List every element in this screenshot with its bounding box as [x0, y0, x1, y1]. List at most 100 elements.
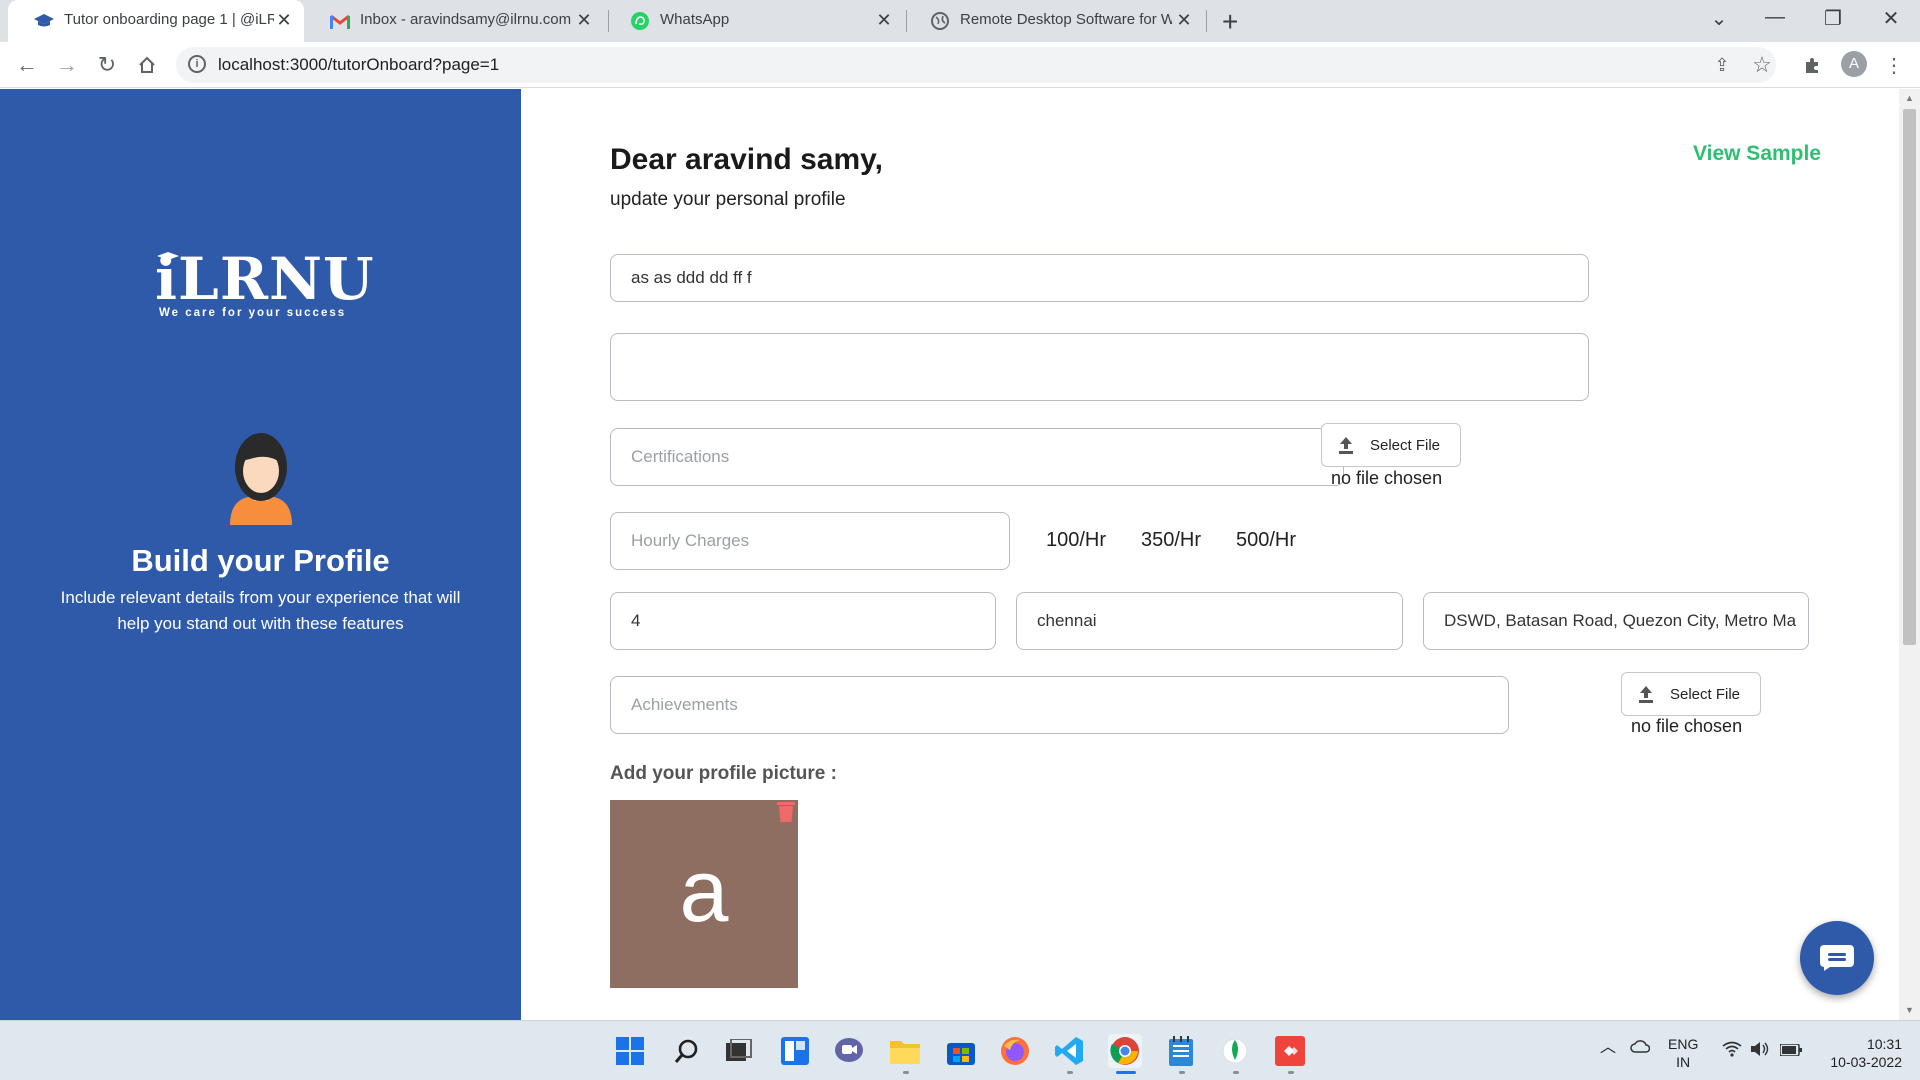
clock[interactable]: 10:31 10-03-2022 [1818, 1035, 1902, 1071]
vscode-icon[interactable] [1052, 1034, 1086, 1068]
active-indicator [1116, 1071, 1136, 1074]
tab-tutor-onboarding[interactable]: Tutor onboarding page 1 | @iLRNU ✕ [8, 0, 304, 42]
show-hidden-icons-chevron-icon[interactable]: ︿ [1600, 1039, 1616, 1057]
url-text: localhost:3000/tutorOnboard?page=1 [218, 55, 500, 74]
address-input[interactable]: DSWD, Batasan Road, Quezon City, Metro M… [1423, 592, 1809, 650]
form-subtitle: update your personal profile [610, 189, 846, 210]
widgets-icon[interactable] [778, 1034, 812, 1068]
new-tab-button[interactable]: + [1222, 6, 1238, 38]
rate-option[interactable]: 500/Hr [1236, 529, 1296, 552]
achievements-file-status: no file chosen [1631, 716, 1743, 736]
windows-start-icon[interactable] [613, 1034, 647, 1068]
scroll-down-arrow-icon[interactable]: ▼ [1905, 1005, 1914, 1015]
close-tab-icon[interactable]: ✕ [574, 10, 594, 31]
view-sample-link[interactable]: View Sample [1693, 142, 1821, 166]
anydesk-icon[interactable] [1273, 1034, 1307, 1068]
wifi-icon[interactable] [1722, 1041, 1742, 1061]
home-icon[interactable] [132, 50, 162, 80]
microsoft-store-icon[interactable] [944, 1034, 978, 1068]
running-indicator [1288, 1071, 1294, 1074]
profile-form: Dear aravind samy, update your personal … [521, 89, 1899, 1020]
sidebar-description: Include relevant details from your exper… [60, 588, 461, 633]
select-file-label: Select File [1370, 436, 1441, 454]
close-window-icon[interactable]: ✕ [1876, 6, 1906, 31]
experience-input[interactable]: 4 [610, 592, 996, 650]
restore-icon[interactable]: ❐ [1818, 6, 1848, 31]
browser-menu-icon[interactable]: ⋮ [1879, 50, 1909, 80]
battery-icon[interactable] [1779, 1042, 1802, 1060]
site-info-icon[interactable]: i [188, 55, 206, 73]
whatsapp-icon [630, 12, 650, 30]
certifications-file-status: no file chosen [1331, 468, 1443, 488]
ilrnu-logo: iLRNU We care for your success [155, 249, 374, 319]
address-bar[interactable]: i localhost:3000/tutorOnboard?page=1 [176, 47, 1776, 83]
tab-title: Inbox - aravindsamy@ilrnu.com - [360, 11, 572, 28]
logo-tagline: We care for your success [159, 307, 347, 319]
page-scrollbar[interactable]: ▲ ▼ [1899, 89, 1920, 1020]
certifications-input[interactable]: Certifications [610, 428, 1344, 486]
delete-trash-icon[interactable] [777, 801, 795, 823]
firefox-icon[interactable] [998, 1034, 1032, 1068]
about-input[interactable]: as as ddd dd ff f [610, 254, 1589, 302]
onboarding-sidebar: iLRNU We care for your success Build you… [0, 89, 521, 1020]
hourly-charges-input[interactable]: Hourly Charges [610, 512, 1010, 570]
achievements-input[interactable]: Achievements [610, 676, 1509, 734]
upload-icon [1338, 436, 1354, 454]
graduation-cap-icon [34, 12, 54, 30]
tab-whatsapp[interactable]: WhatsApp ✕ [604, 0, 904, 42]
onedrive-cloud-icon[interactable] [1630, 1039, 1651, 1057]
running-indicator [1179, 1071, 1185, 1074]
bookmark-star-icon[interactable]: ☆ [1747, 50, 1777, 80]
chat-widget-button[interactable] [1800, 921, 1874, 995]
tutor-avatar-illustration-icon [230, 433, 292, 525]
browser-tabstrip: Tutor onboarding page 1 | @iLRNU ✕ Inbox… [0, 0, 1920, 42]
close-tab-icon[interactable]: ✕ [274, 10, 294, 31]
rate-option[interactable]: 350/Hr [1141, 529, 1201, 552]
windows-taskbar: ︿ ENG IN 10:31 10-03-2022 [0, 1020, 1920, 1080]
chat-bubble-icon [1820, 945, 1854, 971]
tab-remote-desktop[interactable]: Remote Desktop Software for Wi ✕ [904, 0, 1204, 42]
profile-avatar[interactable]: A [1841, 51, 1867, 77]
certifications-select-file-button[interactable]: Select File [1321, 423, 1461, 467]
running-indicator [1067, 1071, 1073, 1074]
chrome-icon[interactable] [1108, 1034, 1142, 1068]
scroll-up-arrow-icon[interactable]: ▲ [1905, 93, 1914, 103]
file-explorer-icon[interactable] [888, 1034, 922, 1068]
select-file-label: Select File [1670, 685, 1741, 703]
tab-divider [1206, 10, 1207, 32]
back-icon[interactable]: ← [12, 50, 42, 80]
search-icon[interactable] [670, 1034, 704, 1068]
close-tab-icon[interactable]: ✕ [874, 10, 894, 31]
tab-gmail-inbox[interactable]: Inbox - aravindsamy@ilrnu.com - ✕ [304, 0, 604, 42]
tab-title: WhatsApp [660, 11, 730, 28]
minimize-icon[interactable]: — [1760, 6, 1790, 29]
scrollbar-thumb[interactable] [1903, 109, 1916, 645]
tab-search-chevron-icon[interactable]: ⌄ [1704, 6, 1734, 31]
forward-icon[interactable]: → [52, 50, 82, 80]
running-indicator [903, 1071, 909, 1074]
language-code: ENG [1668, 1036, 1699, 1052]
reload-icon[interactable]: ↻ [92, 50, 122, 80]
volume-icon[interactable] [1750, 1041, 1770, 1061]
task-view-icon[interactable] [722, 1034, 756, 1068]
globe-icon [930, 12, 950, 30]
notepad-icon[interactable] [1164, 1034, 1198, 1068]
achievements-select-file-button[interactable]: Select File [1621, 672, 1761, 716]
gmail-icon [330, 12, 350, 30]
mongodb-compass-icon[interactable] [1218, 1034, 1252, 1068]
tab-title: Tutor onboarding page 1 | @iLRNU [64, 11, 274, 28]
rate-option[interactable]: 100/Hr [1046, 529, 1106, 552]
input-language[interactable]: ENG IN [1668, 1035, 1698, 1071]
logo-cap-icon [157, 252, 179, 260]
profile-picture-label: Add your profile picture : [610, 763, 837, 784]
extensions-puzzle-icon[interactable] [1797, 50, 1827, 80]
sidebar-title: Build your Profile [131, 543, 390, 578]
tab-title: Remote Desktop Software for Wi [960, 11, 1172, 28]
running-indicator [1233, 1071, 1239, 1074]
share-icon[interactable]: ⇪ [1707, 50, 1737, 80]
close-tab-icon[interactable]: ✕ [1174, 10, 1194, 31]
bio-textarea[interactable] [610, 333, 1589, 401]
profile-picture-preview[interactable]: a [610, 800, 798, 988]
teams-chat-icon[interactable] [832, 1034, 866, 1068]
city-input[interactable]: chennai [1016, 592, 1403, 650]
